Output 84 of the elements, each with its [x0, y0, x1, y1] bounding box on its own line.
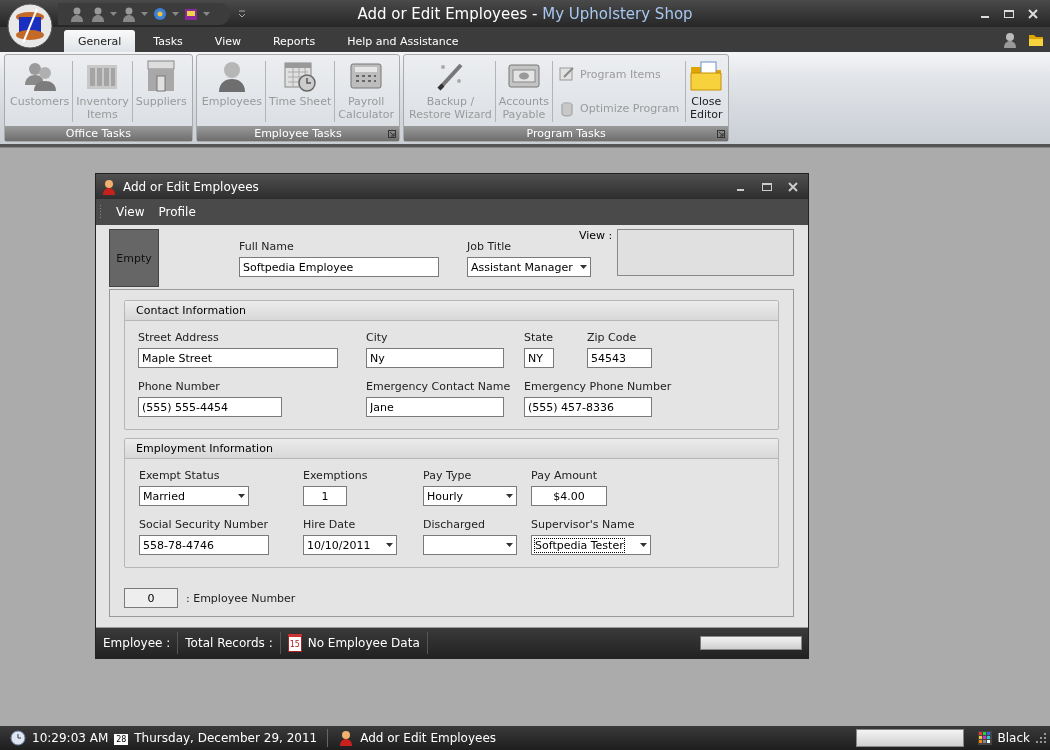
- calendar-icon: 15: [287, 634, 302, 652]
- caret-icon[interactable]: [386, 543, 393, 547]
- user-icon[interactable]: [1002, 31, 1018, 48]
- caret-icon[interactable]: [580, 265, 587, 269]
- taskbar-item[interactable]: Add or Edit Employees: [360, 731, 497, 745]
- input-field[interactable]: 54543: [587, 348, 652, 368]
- calendar-icon: 28: [114, 731, 129, 745]
- field-label: Social Security Number: [139, 518, 269, 531]
- dialog-launcher-icon[interactable]: [717, 130, 726, 138]
- clock-icon: [10, 730, 26, 746]
- ribbon-tab[interactable]: Tasks: [139, 30, 197, 52]
- caret-icon[interactable]: [238, 494, 245, 498]
- pencil-icon: [559, 66, 575, 83]
- field-label: View :: [579, 229, 613, 242]
- section-title: Employment Information: [125, 439, 778, 459]
- field-label: Supervisor's Name: [531, 518, 636, 531]
- dialog-title: Add or Edit Employees: [123, 179, 259, 194]
- field-label: Exempt Status: [139, 469, 221, 482]
- field-label: State: [524, 331, 555, 344]
- resize-grip-icon[interactable]: [1036, 733, 1046, 743]
- input-field[interactable]: NY: [524, 348, 554, 368]
- input-field[interactable]: Maple Street: [138, 348, 338, 368]
- input-field[interactable]: Softpedia Employee: [239, 257, 439, 277]
- employee-icon: [101, 178, 117, 195]
- dropdown-field[interactable]: [423, 535, 517, 555]
- field-label: City: [366, 331, 389, 344]
- dialog-launcher-icon[interactable]: [388, 130, 397, 138]
- close-icon[interactable]: [1028, 8, 1038, 19]
- time-text: 10:29:03 AM: [32, 731, 109, 745]
- input-field[interactable]: $4.00: [531, 486, 607, 506]
- caret-icon[interactable]: [506, 543, 513, 547]
- caret-icon[interactable]: [506, 494, 513, 498]
- field-label: Zip Code: [587, 331, 638, 344]
- employee-icon: [338, 730, 355, 746]
- maximize-icon[interactable]: [1004, 8, 1014, 19]
- menu-item[interactable]: View: [116, 205, 145, 219]
- group-label: Office Tasks: [5, 126, 192, 141]
- theme-text[interactable]: Black: [997, 731, 1030, 745]
- group-label: Program Tasks: [404, 126, 729, 141]
- field-label: Discharged: [423, 518, 487, 531]
- field-label: Full Name: [239, 240, 295, 253]
- ribbon-tab[interactable]: Help and Assistance: [333, 30, 473, 52]
- caret-icon[interactable]: [640, 543, 647, 547]
- field-label: Emergency Contact Name: [366, 380, 512, 393]
- date-text: Thursday, December 29, 2011: [134, 731, 318, 745]
- dropdown-field[interactable]: Hourly: [423, 486, 517, 506]
- window-title: Add or Edit Employees - My Upholstery Shop: [357, 4, 693, 23]
- customize-icon[interactable]: [238, 9, 246, 18]
- status-text: Employee :: [96, 632, 179, 654]
- input-field[interactable]: 1: [303, 486, 347, 506]
- input-field[interactable]: Ny: [366, 348, 504, 368]
- dropdown-field[interactable]: Assistant Manager: [467, 257, 591, 277]
- ribbon-tab[interactable]: General: [64, 30, 136, 52]
- input-field[interactable]: 0: [124, 588, 178, 608]
- field-label: Hire Date: [303, 518, 357, 531]
- status-text: Total Records :: [178, 632, 281, 654]
- group-label: Employee Tasks: [196, 126, 400, 141]
- ribbon-tab[interactable]: Reports: [258, 30, 330, 52]
- palette-icon[interactable]: [977, 731, 992, 745]
- field-label: Emergency Phone Number: [524, 380, 673, 393]
- field-label: : Employee Number: [186, 591, 296, 605]
- dropdown-field[interactable]: Softpedia Tester: [531, 535, 651, 555]
- input-field[interactable]: Jane: [366, 397, 504, 417]
- calendar-clock-icon: [283, 59, 318, 93]
- bin-icon: [559, 100, 575, 117]
- grip-icon: [99, 204, 102, 220]
- input-field[interactable]: (555) 457-8336: [524, 397, 652, 417]
- field-label: Pay Type: [423, 469, 473, 482]
- input-field[interactable]: (555) 555-4454: [138, 397, 282, 417]
- field-label: Pay Amount: [531, 469, 599, 482]
- field-label: Phone Number: [138, 380, 221, 393]
- menu-item[interactable]: Profile: [158, 205, 196, 219]
- status-text: No Employee Data: [307, 636, 420, 650]
- dropdown-field[interactable]: 10/10/2011: [303, 535, 397, 555]
- dropdown-field[interactable]: Married: [139, 486, 249, 506]
- field-label: Street Address: [138, 331, 220, 344]
- close-icon[interactable]: [788, 181, 798, 192]
- field-label: Job Title: [467, 240, 513, 253]
- section-title: Contact Information: [125, 301, 778, 321]
- maximize-icon[interactable]: [762, 181, 772, 192]
- ribbon-button[interactable]: Close Editor: [686, 57, 727, 126]
- field-label: Exemptions: [303, 469, 369, 482]
- input-field[interactable]: 558-78-4746: [139, 535, 269, 555]
- ribbon-tab[interactable]: View: [200, 30, 255, 52]
